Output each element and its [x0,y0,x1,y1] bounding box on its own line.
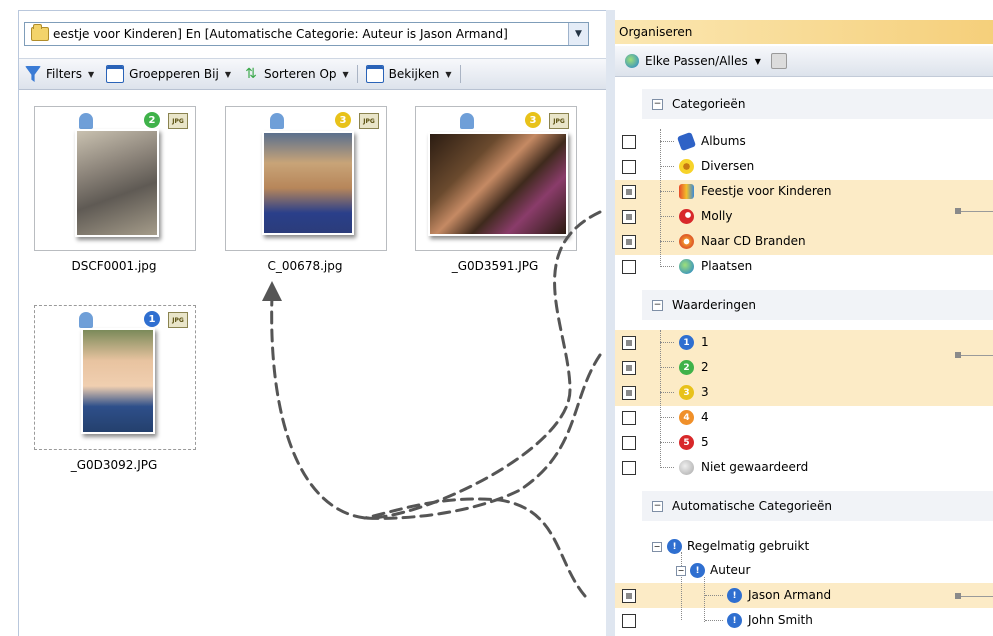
arrow-path [363,210,602,520]
arrow-path [270,293,367,520]
arrow-head [262,281,282,301]
arrow-path [363,353,602,520]
annotation-arrows [262,210,602,598]
